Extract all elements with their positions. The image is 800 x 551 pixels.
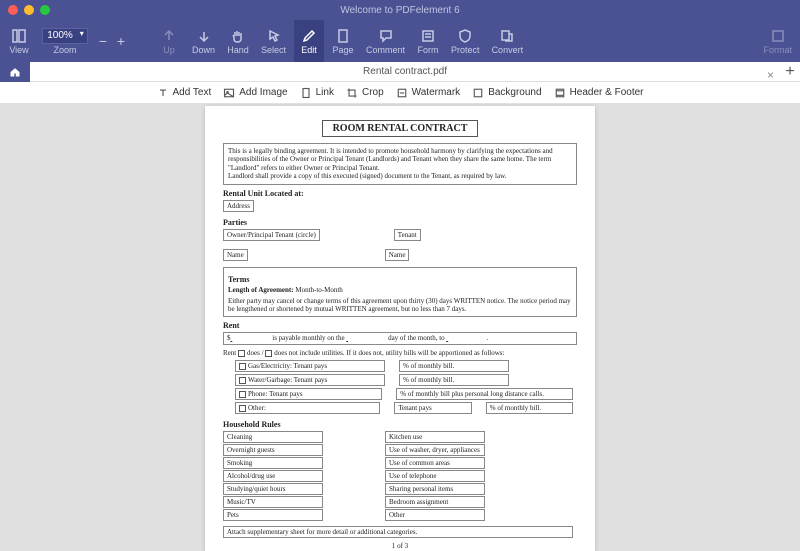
form-icon: [420, 27, 436, 45]
format-button[interactable]: Format: [759, 20, 796, 62]
rules-col-2: Kitchen use Use of washer, dryer, applia…: [385, 431, 489, 522]
tab-bar: Rental contract.pdf × +: [0, 62, 800, 82]
text-icon: [157, 87, 169, 99]
list-item: Other: [385, 509, 485, 521]
list-item: Use of common areas: [385, 457, 485, 469]
name-field-1: Name: [223, 249, 248, 261]
home-tab[interactable]: [0, 62, 30, 82]
zoom-select[interactable]: 100%: [42, 28, 88, 44]
crop-button[interactable]: Crop: [346, 87, 384, 99]
rules-col-1: Cleaning Overnight guests Smoking Alcoho…: [223, 431, 327, 522]
background-icon: [472, 87, 484, 99]
document-tab[interactable]: Rental contract.pdf ×: [30, 66, 780, 77]
owner-field: Owner/Principal Tenant (circle): [223, 229, 320, 241]
view-icon: [11, 27, 27, 45]
convert-icon: [499, 27, 515, 45]
located-heading: Rental Unit Located at:: [223, 189, 577, 198]
protect-button[interactable]: Protect: [447, 20, 484, 62]
attach-note: Attach supplementary sheet for more deta…: [223, 526, 573, 538]
checkbox-does: [238, 350, 245, 357]
header-footer-icon: [554, 87, 566, 99]
length-label: Length of Agreement:: [228, 286, 294, 294]
form-button[interactable]: Form: [413, 20, 443, 62]
notice-text: Either party may cancel or change terms …: [228, 297, 572, 314]
list-item: Use of washer, dryer, appliances: [385, 444, 485, 456]
rent-heading: Rent: [223, 321, 577, 330]
background-button[interactable]: Background: [472, 87, 541, 99]
format-icon: [770, 27, 786, 45]
window-title: Welcome to PDFelement 6: [0, 5, 800, 16]
list-item: Pets: [223, 509, 323, 521]
list-item: Studying/quiet hours: [223, 483, 323, 495]
list-item: Smoking: [223, 457, 323, 469]
terms-box: Terms Length of Agreement: Month-to-Mont…: [223, 267, 577, 318]
zoom-group: 100% Zoom: [38, 20, 92, 62]
watermark-icon: [396, 87, 408, 99]
address-field: Address: [223, 200, 254, 212]
list-item: Alcohol/drug use: [223, 470, 323, 482]
list-item: Bedroom assignment: [385, 496, 485, 508]
comment-icon: [378, 27, 394, 45]
utilities-line: Rent does / does not include utilities. …: [223, 349, 577, 357]
up-button[interactable]: Up: [154, 20, 184, 62]
page-number: 1 of 3: [223, 542, 577, 550]
page-button[interactable]: Page: [328, 20, 358, 62]
down-button[interactable]: Down: [188, 20, 219, 62]
list-item: Cleaning: [223, 431, 323, 443]
hand-icon: [230, 27, 246, 45]
zoom-out-button[interactable]: −: [96, 33, 110, 49]
household-heading: Household Rules: [223, 420, 577, 429]
view-button[interactable]: View: [4, 20, 34, 62]
checkbox-doesnot: [265, 350, 272, 357]
comment-button[interactable]: Comment: [362, 20, 409, 62]
convert-button[interactable]: Convert: [488, 20, 528, 62]
home-icon: [9, 66, 21, 78]
main-ribbon: View 100% Zoom − + Up Down Hand Select E…: [0, 20, 800, 62]
length-value: Month-to-Month: [295, 286, 342, 294]
list-item: Sharing personal items: [385, 483, 485, 495]
edit-button[interactable]: Edit: [294, 20, 324, 62]
link-button[interactable]: Link: [300, 87, 334, 99]
name-field-2: Name: [385, 249, 410, 261]
image-icon: [223, 87, 235, 99]
page-icon: [335, 27, 351, 45]
arrow-down-icon: [196, 27, 212, 45]
crop-icon: [346, 87, 358, 99]
add-text-button[interactable]: Add Text: [157, 87, 212, 99]
cursor-icon: [266, 27, 282, 45]
list-item: Kitchen use: [385, 431, 485, 443]
list-item: Overnight guests: [223, 444, 323, 456]
list-item: Music/TV: [223, 496, 323, 508]
parties-heading: Parties: [223, 218, 577, 227]
intro-box: This is a legally binding agreement. It …: [223, 143, 577, 185]
edit-icon: [301, 27, 317, 45]
pdf-page[interactable]: ROOM RENTAL CONTRACT This is a legally b…: [205, 106, 595, 551]
hand-button[interactable]: Hand: [223, 20, 253, 62]
select-button[interactable]: Select: [257, 20, 290, 62]
tenant-field: Tenant: [394, 229, 421, 241]
add-tab-button[interactable]: +: [780, 63, 800, 81]
edit-toolbar: Add Text Add Image Link Crop Watermark B…: [0, 82, 800, 104]
rent-line: $ is payable monthly on the day of the m…: [223, 332, 577, 344]
add-image-button[interactable]: Add Image: [223, 87, 287, 99]
shield-icon: [457, 27, 473, 45]
document-canvas[interactable]: ROOM RENTAL CONTRACT This is a legally b…: [0, 104, 800, 551]
link-icon: [300, 87, 312, 99]
watermark-button[interactable]: Watermark: [396, 87, 461, 99]
list-item: Use of telephone: [385, 470, 485, 482]
arrow-up-icon: [161, 27, 177, 45]
zoom-in-button[interactable]: +: [114, 33, 128, 49]
terms-heading: Terms: [228, 275, 572, 285]
header-footer-button[interactable]: Header & Footer: [554, 87, 644, 99]
close-tab-button[interactable]: ×: [767, 68, 774, 82]
doc-title: ROOM RENTAL CONTRACT: [322, 120, 479, 137]
